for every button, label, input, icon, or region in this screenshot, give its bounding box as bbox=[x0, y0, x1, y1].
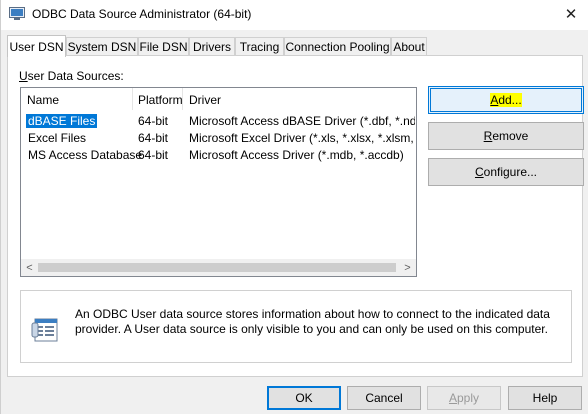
horizontal-scrollbar[interactable]: < > bbox=[21, 259, 416, 276]
remove-button[interactable]: Remove bbox=[428, 122, 584, 150]
odbc-window: ODBC Data Source Administrator (64-bit) … bbox=[0, 0, 588, 414]
item-driver: Microsoft Access Driver (*.mdb, *.accdb) bbox=[189, 148, 404, 162]
help-button[interactable]: Help bbox=[508, 386, 582, 410]
cancel-button[interactable]: Cancel bbox=[347, 386, 421, 410]
dialog-body: User DSN System DSN File DSN Drivers Tra… bbox=[1, 30, 588, 414]
user-dsn-panel: User Data Sources: Name Platform Driver … bbox=[7, 55, 584, 377]
tab-connection-pooling[interactable]: Connection Pooling bbox=[284, 37, 391, 55]
user-data-sources-label-rest: ser Data Sources: bbox=[27, 69, 124, 83]
odbc-app-icon bbox=[9, 7, 25, 20]
tab-system-dsn[interactable]: System DSN bbox=[66, 37, 138, 55]
item-name: Excel Files bbox=[28, 131, 87, 145]
column-header-driver[interactable]: Driver bbox=[183, 88, 221, 110]
item-platform: 64-bit bbox=[138, 148, 169, 162]
list-item[interactable]: MS Access Database 64-bit Microsoft Acce… bbox=[21, 147, 416, 164]
tab-about[interactable]: About bbox=[391, 37, 427, 55]
user-data-sources-label: User Data Sources: bbox=[19, 69, 124, 83]
item-driver: Microsoft Access dBASE Driver (*.dbf, *.… bbox=[189, 114, 415, 128]
item-name: dBASE Files bbox=[26, 114, 98, 128]
item-platform: 64-bit bbox=[138, 131, 169, 145]
tab-drivers[interactable]: Drivers bbox=[189, 37, 235, 55]
ok-button[interactable]: OK bbox=[267, 386, 341, 410]
scroll-right-icon[interactable]: > bbox=[399, 259, 416, 276]
info-description: An ODBC User data source stores informat… bbox=[75, 307, 550, 336]
column-header-platform[interactable]: Platform bbox=[132, 88, 183, 110]
data-source-icon bbox=[31, 318, 58, 342]
info-box: An ODBC User data source stores informat… bbox=[20, 290, 572, 363]
tab-user-dsn[interactable]: User DSN bbox=[7, 35, 66, 57]
apply-button[interactable]: Apply bbox=[427, 386, 501, 410]
configure-button-label: Configure... bbox=[474, 165, 538, 179]
title-bar: ODBC Data Source Administrator (64-bit) … bbox=[1, 0, 588, 30]
remove-button-label: Remove bbox=[483, 129, 529, 143]
data-source-list[interactable]: Name Platform Driver dBASE Files 64-bit … bbox=[20, 87, 417, 277]
window-title: ODBC Data Source Administrator (64-bit) bbox=[32, 7, 252, 21]
add-button[interactable]: Add... bbox=[428, 86, 584, 114]
list-item[interactable]: Excel Files 64-bit Microsoft Excel Drive… bbox=[21, 130, 416, 147]
scroll-left-icon[interactable]: < bbox=[21, 259, 38, 276]
item-name: MS Access Database bbox=[28, 148, 143, 162]
tab-file-dsn[interactable]: File DSN bbox=[138, 37, 189, 55]
list-item[interactable]: dBASE Files 64-bit Microsoft Access dBAS… bbox=[21, 113, 416, 130]
column-header-name[interactable]: Name bbox=[21, 88, 59, 110]
item-platform: 64-bit bbox=[138, 114, 169, 128]
item-driver: Microsoft Excel Driver (*.xls, *.xlsx, *… bbox=[189, 131, 415, 145]
list-header: Name Platform Driver bbox=[21, 88, 416, 110]
close-icon[interactable]: ✕ bbox=[559, 0, 583, 28]
add-button-label: Add... bbox=[490, 93, 522, 107]
tab-tracing[interactable]: Tracing bbox=[235, 37, 284, 55]
configure-button[interactable]: Configure... bbox=[428, 158, 584, 186]
scrollbar-thumb[interactable] bbox=[38, 263, 396, 272]
